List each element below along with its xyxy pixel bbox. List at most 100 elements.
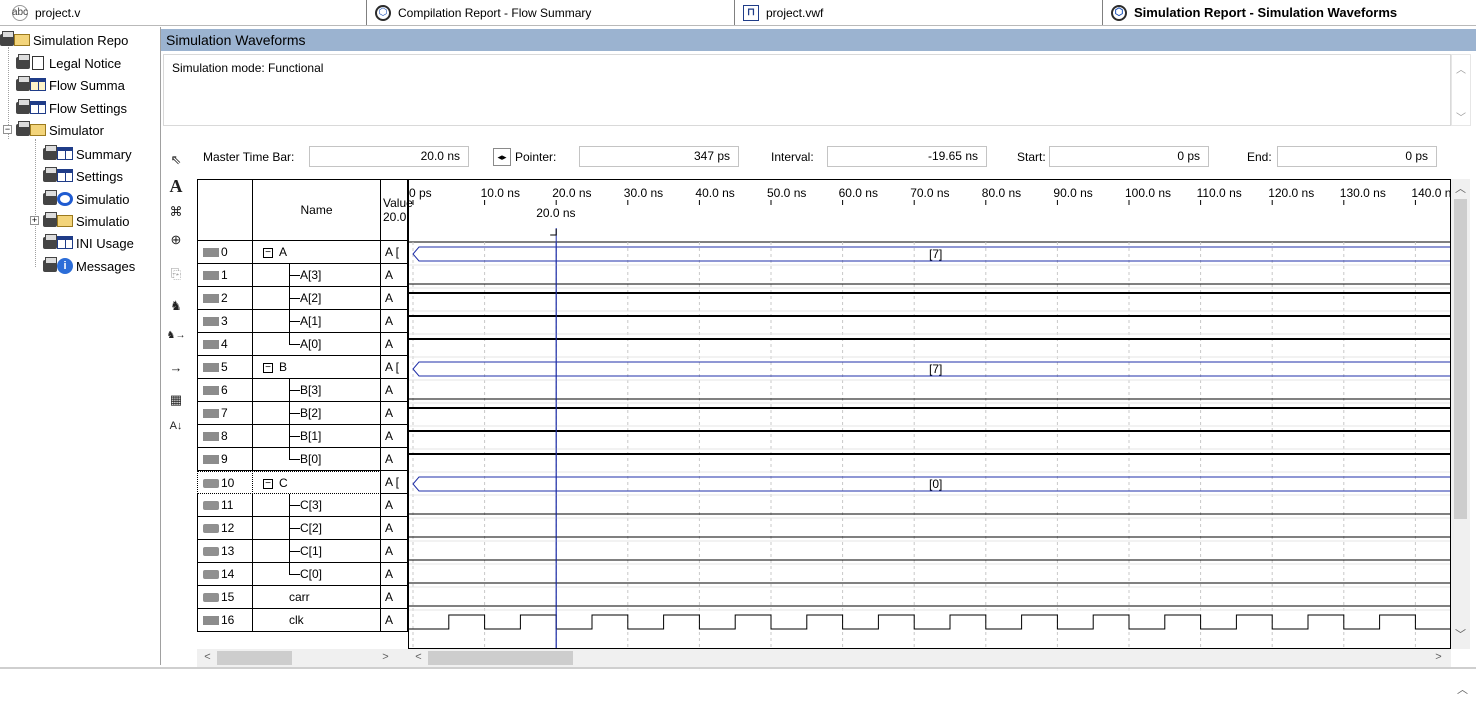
- signal-name-cell[interactable]: B[2]: [252, 402, 381, 425]
- table-icon: [16, 99, 46, 116]
- nav-item-flow-settings[interactable]: Flow Settings: [16, 97, 127, 119]
- scroll-up-icon[interactable]: ︿: [1452, 181, 1469, 198]
- signal-row[interactable]: 5 − B A [: [197, 356, 408, 379]
- scroll-left-icon[interactable]: <: [199, 649, 216, 666]
- signal-name-cell[interactable]: C[3]: [252, 494, 381, 517]
- signal-row[interactable]: 0 − A A [: [197, 241, 408, 264]
- signal-name-cell[interactable]: A[2]: [252, 287, 381, 310]
- snap-to-grid-icon[interactable]: ▦: [165, 389, 187, 411]
- names-horizontal-scrollbar[interactable]: < >: [197, 649, 408, 667]
- nav-item-messages[interactable]: i Messages: [43, 255, 135, 277]
- input-pin-icon: [203, 271, 219, 281]
- signal-row[interactable]: 7 B[2] A: [197, 402, 408, 425]
- end-field[interactable]: 0 ps: [1277, 146, 1437, 167]
- mode-box-scrollbar[interactable]: ︿ ﹀: [1451, 54, 1471, 126]
- copy-icon[interactable]: ⎘: [165, 263, 187, 285]
- name-column-header[interactable]: Name: [252, 179, 381, 241]
- signal-name-cell[interactable]: B[3]: [252, 379, 381, 402]
- signal-name-cell[interactable]: B[0]: [252, 448, 381, 471]
- nav-item-simulator[interactable]: Simulator: [16, 119, 104, 141]
- zoom-tool-icon[interactable]: ⊕: [165, 229, 187, 251]
- selection-tool-icon[interactable]: ⇖: [165, 149, 187, 171]
- signal-row[interactable]: 13 C[1] A: [197, 540, 408, 563]
- scrollbar-thumb[interactable]: [217, 651, 292, 665]
- scroll-right-icon[interactable]: >: [377, 649, 394, 666]
- signal-name-cell[interactable]: C[0]: [252, 563, 381, 586]
- signal-row[interactable]: 1 A[3] A: [197, 264, 408, 287]
- simulation-mode-text: Simulation mode: Functional: [172, 61, 324, 75]
- scrollbar-thumb[interactable]: [428, 651, 573, 665]
- scroll-down-icon[interactable]: ﹀: [1456, 109, 1466, 124]
- signal-row[interactable]: 2 A[2] A: [197, 287, 408, 310]
- signal-name-cell[interactable]: A[0]: [252, 333, 381, 356]
- signal-row[interactable]: 4 A[0] A: [197, 333, 408, 356]
- signal-name-cell[interactable]: − A: [252, 241, 381, 264]
- find-icon[interactable]: ♞: [165, 295, 187, 317]
- input-pin-icon: [203, 248, 219, 258]
- collapse-group-icon[interactable]: −: [263, 362, 273, 373]
- sort-az-icon[interactable]: A↓: [165, 415, 187, 437]
- signal-row[interactable]: 3 A[1] A: [197, 310, 408, 333]
- pointer-field[interactable]: 347 ps: [579, 146, 739, 167]
- signal-row[interactable]: 11 C[3] A: [197, 494, 408, 517]
- signal-row[interactable]: 12 C[2] A: [197, 517, 408, 540]
- nav-item-simulation-folder[interactable]: Simulatio: [43, 210, 129, 232]
- signal-value: A: [385, 613, 394, 627]
- waveform-display[interactable]: 0 ps 10.0 ns 20.0 ns 30.0 ns 40.0 ns 50.0 ns 6…: [408, 179, 1451, 649]
- start-field[interactable]: 0 ps: [1049, 146, 1209, 167]
- arrow-right-icon[interactable]: →: [165, 357, 187, 379]
- signal-row[interactable]: 6 B[3] A: [197, 379, 408, 402]
- nav-item-settings[interactable]: Settings: [43, 165, 123, 187]
- scroll-right-icon[interactable]: >: [1430, 649, 1447, 666]
- nav-item-ini-usage[interactable]: INI Usage: [43, 232, 134, 254]
- signal-row[interactable]: 9 B[0] A: [197, 448, 408, 471]
- signal-name-cell[interactable]: A[3]: [252, 264, 381, 287]
- text-tool-icon[interactable]: A: [165, 175, 187, 197]
- signal-name-cell[interactable]: C[2]: [252, 517, 381, 540]
- time-bar-nav-arrows[interactable]: ◂▸: [493, 148, 511, 166]
- waveform-horizontal-scrollbar[interactable]: < >: [408, 649, 1451, 667]
- collapse-simulator-icon[interactable]: −: [3, 125, 12, 134]
- nav-item-legal-notice[interactable]: Legal Notice: [16, 52, 121, 74]
- table-icon: [16, 76, 46, 93]
- tab-project-vwf[interactable]: ⊓ project.vwf: [734, 0, 1098, 25]
- signal-row[interactable]: 8 B[1] A: [197, 425, 408, 448]
- signal-name-cell[interactable]: clk: [252, 609, 381, 632]
- nav-item-flow-summary[interactable]: Flow Summa: [16, 74, 125, 96]
- expand-simulation-icon[interactable]: +: [30, 216, 39, 225]
- table-icon: [43, 145, 73, 162]
- find-next-icon[interactable]: ♞→: [165, 325, 187, 347]
- interval-field[interactable]: -19.65 ns: [827, 146, 987, 167]
- value-column-header[interactable]: Value 20.0: [380, 179, 413, 241]
- tab-compilation-report[interactable]: ⬡ Compilation Report - Flow Summary: [366, 0, 730, 25]
- signal-name-cell[interactable]: − B: [252, 356, 381, 379]
- signal-row[interactable]: 10 − C A [: [197, 471, 408, 494]
- tab-simulation-report[interactable]: ⬡ Simulation Report - Simulation Wavefor…: [1102, 0, 1476, 25]
- signal-index: 9: [221, 452, 228, 466]
- tree-connector: [289, 505, 300, 506]
- tab-project-v[interactable]: abc project.v: [4, 0, 364, 25]
- signal-row[interactable]: 15 carr A: [197, 586, 408, 609]
- collapse-group-icon[interactable]: −: [263, 247, 273, 258]
- signal-name-cell[interactable]: A[1]: [252, 310, 381, 333]
- scroll-up-icon[interactable]: ︿: [1456, 61, 1466, 76]
- waveform-vertical-scrollbar[interactable]: ︿ ﹀: [1451, 179, 1470, 649]
- signal-row[interactable]: 16 clk A: [197, 609, 408, 632]
- master-time-bar-field[interactable]: 20.0 ns: [309, 146, 469, 167]
- scroll-left-icon[interactable]: <: [410, 649, 427, 666]
- scrollbar-thumb[interactable]: [1454, 199, 1467, 519]
- signal-name-cell[interactable]: carr: [252, 586, 381, 609]
- tree-connector: [289, 459, 300, 460]
- nav-item-simulation-report[interactable]: Simulation Repo: [0, 29, 128, 51]
- collapse-group-icon[interactable]: −: [263, 478, 273, 489]
- waveform-editing-tool-icon[interactable]: ⌘: [165, 201, 187, 223]
- tree-connector: [289, 321, 300, 322]
- signal-name-cell[interactable]: − C: [252, 471, 381, 494]
- signal-row[interactable]: 14 C[0] A: [197, 563, 408, 586]
- scroll-up-icon[interactable]: ︿: [1457, 681, 1468, 697]
- nav-item-summary[interactable]: Summary: [43, 143, 132, 165]
- signal-name-cell[interactable]: C[1]: [252, 540, 381, 563]
- signal-name-cell[interactable]: B[1]: [252, 425, 381, 448]
- scroll-down-icon[interactable]: ﹀: [1452, 627, 1469, 644]
- nav-item-simulation-waveforms[interactable]: Simulatio: [43, 188, 129, 210]
